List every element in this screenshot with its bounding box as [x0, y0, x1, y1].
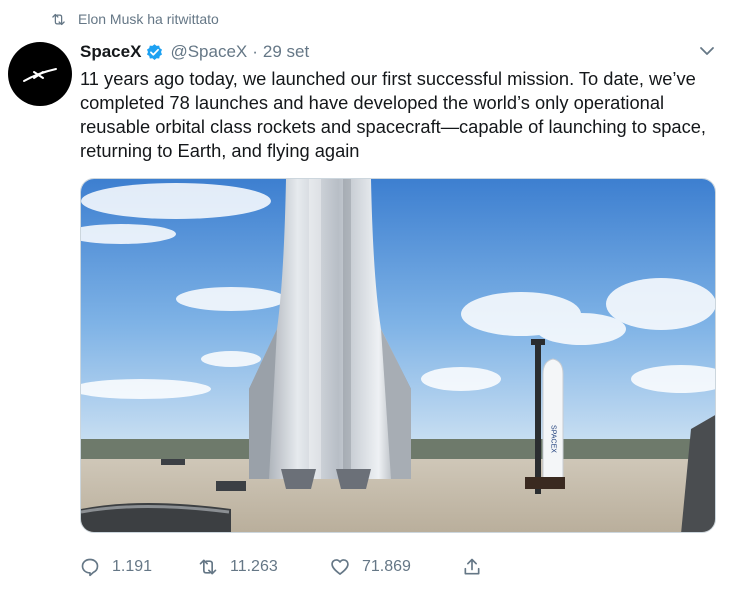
- retweet-count: 11.263: [230, 558, 278, 575]
- retweet-button[interactable]: 11.263: [198, 557, 330, 577]
- spacex-logo-icon: [23, 68, 57, 82]
- heart-icon: [331, 559, 349, 575]
- chevron-down-icon[interactable]: [697, 42, 717, 60]
- tweet-photo[interactable]: SPACEX: [80, 178, 716, 533]
- reply-count: 1.191: [112, 558, 153, 575]
- tweet-date[interactable]: 29 set: [263, 42, 309, 62]
- verified-badge-icon: [147, 43, 163, 60]
- like-button[interactable]: 71.869: [330, 557, 462, 577]
- retweet-icon: [52, 13, 65, 25]
- header-separator: ·: [252, 42, 258, 61]
- author-name[interactable]: SpaceX: [80, 42, 141, 62]
- like-count: 71.869: [362, 558, 411, 575]
- retweet-context-label: Elon Musk ha ritwittato: [78, 11, 219, 27]
- share-button[interactable]: [462, 557, 494, 577]
- share-icon: [464, 558, 480, 575]
- retweet-context[interactable]: Elon Musk ha ritwittato: [51, 9, 219, 29]
- reply-button[interactable]: 1.191: [80, 557, 198, 577]
- tweet-text: 11 years ago today, we launched our firs…: [80, 68, 706, 161]
- rocket-lettering: SPACEX: [550, 425, 557, 453]
- reply-icon: [81, 558, 99, 577]
- avatar[interactable]: [8, 42, 72, 106]
- retweet-icon: [199, 559, 217, 575]
- tweet-actions: 1.191 11.263 71.869: [80, 555, 500, 579]
- author-handle[interactable]: @SpaceX: [170, 42, 247, 62]
- tweet-header: SpaceX @SpaceX · 29 set: [80, 40, 309, 64]
